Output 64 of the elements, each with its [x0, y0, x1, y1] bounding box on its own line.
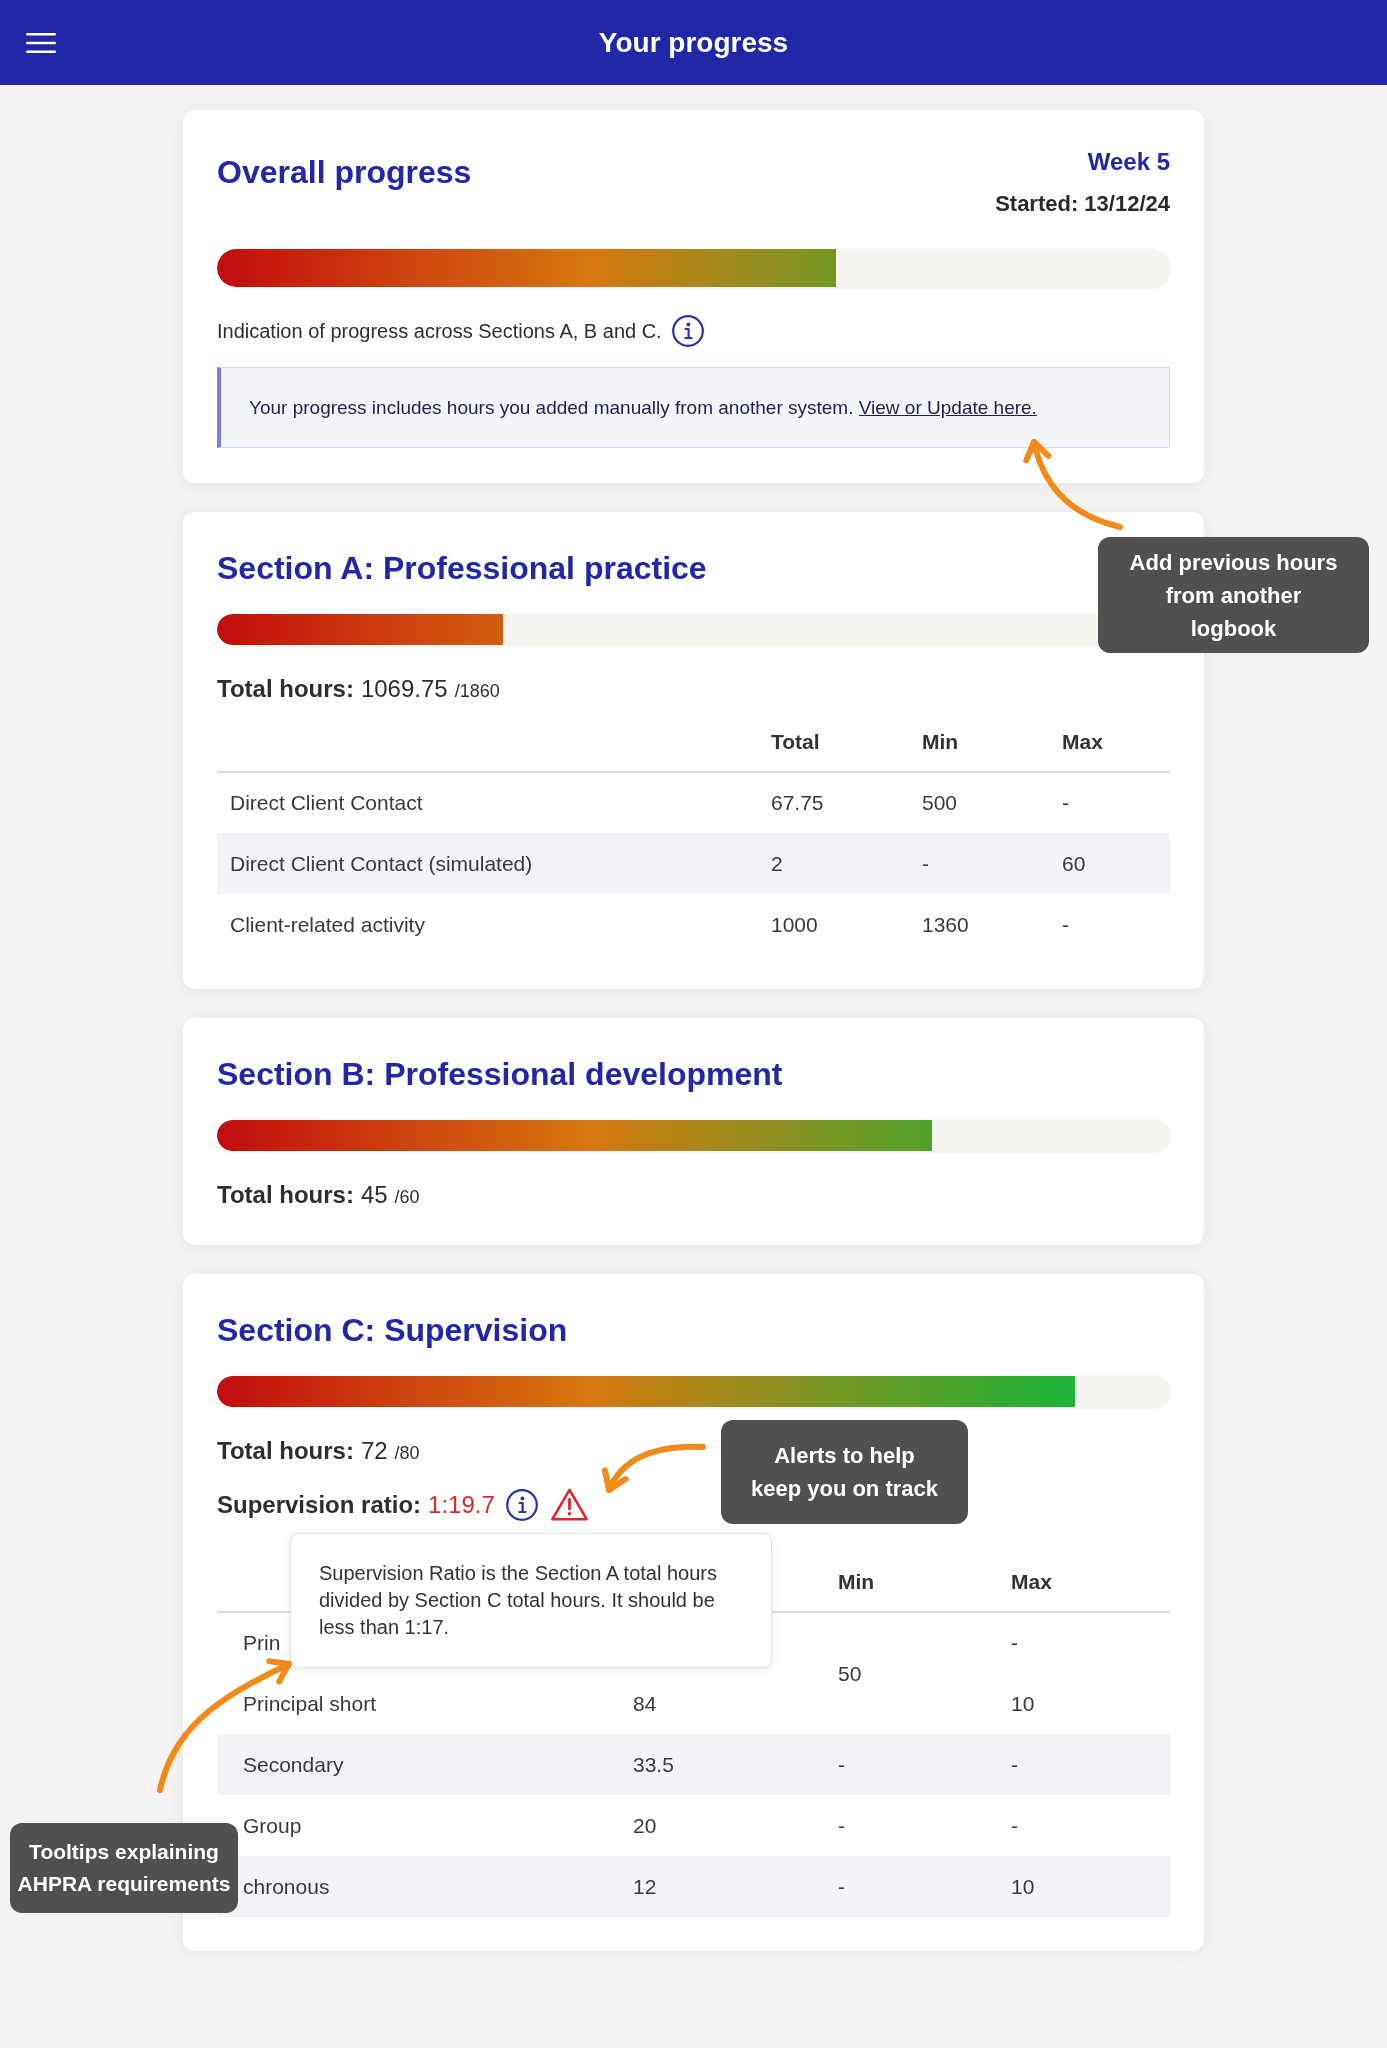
total-target: /60	[394, 1186, 420, 1209]
column-header: Min	[922, 729, 959, 753]
table-cell: 10	[1011, 1691, 1035, 1715]
table-cell: 33.5	[633, 1752, 674, 1776]
table-cell: Client-related activity	[230, 912, 425, 936]
column-header: Min	[838, 1569, 875, 1593]
annotation-tooltip: Tooltips explaining AHPRA requirements	[10, 1823, 238, 1913]
table-cell: -	[1011, 1813, 1018, 1837]
week-label: Week 5	[1087, 147, 1170, 177]
table-cell: -	[922, 851, 929, 875]
tooltip: Supervision Ratio is the Section A total hours divided by Section C total hours. It should be less than 1:17.	[290, 1533, 772, 1668]
table-cell: Group	[243, 1813, 302, 1837]
table-cell: 50	[838, 1661, 862, 1685]
notice-text: Your progress includes hours you added manually from another system. View or Update here.	[249, 396, 1037, 420]
table-cell: Prin	[243, 1631, 281, 1655]
table-cell: 12	[633, 1874, 657, 1898]
total-target: /1860	[454, 680, 500, 703]
table-cell: 1360	[922, 912, 969, 936]
total-label: Total hours:	[217, 1436, 354, 1466]
menu-icon	[26, 32, 56, 53]
table-cell: Direct Client Contact (simulated)	[230, 851, 533, 875]
total-value: 45	[360, 1180, 388, 1210]
page-title: Your progress	[598, 25, 789, 60]
table-cell: 500	[922, 791, 958, 815]
total-label: Total hours:	[217, 1180, 354, 1210]
column-header: Max	[1011, 1569, 1052, 1593]
table-cell: -	[1011, 1752, 1018, 1776]
table-cell: -	[1011, 1631, 1018, 1655]
card-title: Overall progress	[217, 153, 472, 192]
table-cell: 67.75	[771, 791, 824, 815]
table-cell: 1000	[771, 912, 818, 936]
table-cell: 84	[633, 1691, 657, 1715]
table-cell: chronous	[243, 1874, 330, 1898]
ratio-label: Supervision ratio:	[217, 1489, 422, 1520]
ratio-value: 1:19.7	[428, 1489, 495, 1520]
section-title: Section C: Supervision	[217, 1311, 568, 1350]
section-title: Section A: Professional practice	[217, 549, 707, 588]
table-cell: 10	[1011, 1874, 1035, 1898]
table-cell: 20	[633, 1813, 657, 1837]
table-cell: 2	[771, 851, 783, 875]
table-cell: -	[1062, 912, 1069, 936]
total-target: /80	[394, 1442, 420, 1465]
table-cell: Secondary	[243, 1752, 344, 1776]
total-value: 1069.75	[360, 674, 448, 704]
table-cell: Principal short	[243, 1691, 377, 1715]
start-date: Started: 13/12/24	[995, 190, 1170, 218]
table-cell: -	[838, 1752, 845, 1776]
table-cell: Direct Client Contact	[230, 791, 423, 815]
annotation-tooltip: Alerts to help keep you on track	[721, 1420, 968, 1524]
annotation-tooltip: Add previous hours from another logbook	[1098, 537, 1369, 653]
info-icon[interactable]	[671, 315, 704, 347]
info-icon[interactable]	[505, 1488, 538, 1521]
section-title: Section B: Professional development	[217, 1055, 783, 1094]
update-link[interactable]: View or Update here.	[858, 397, 1037, 418]
total-label: Total hours:	[217, 674, 354, 704]
table-cell: 60	[1062, 851, 1086, 875]
progress-caption: Indication of progress across Sections A, B and C.	[217, 319, 662, 344]
table-cell: -	[838, 1874, 845, 1898]
table-cell: -	[1062, 791, 1069, 815]
column-header: Total	[771, 729, 820, 753]
total-value: 72	[360, 1436, 388, 1466]
menu-button[interactable]	[26, 32, 56, 53]
column-header: Max	[1062, 729, 1103, 753]
table-cell: -	[838, 1813, 845, 1837]
